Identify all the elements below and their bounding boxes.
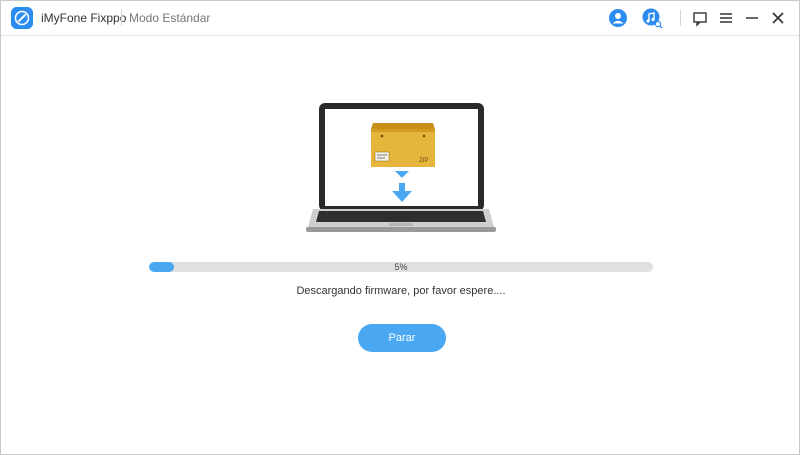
- mode-label: Modo Estándar: [129, 11, 211, 25]
- zip-label: ZIP: [419, 158, 428, 164]
- title-bar: iMyFone Fixppo Modo Estándar: [1, 1, 799, 36]
- toolbar-divider: [680, 10, 681, 26]
- app-name: iMyFone Fixppo: [41, 11, 127, 25]
- app-logo-icon: [11, 7, 33, 29]
- title-divider: [121, 10, 122, 26]
- menu-icon[interactable]: [715, 7, 737, 29]
- laptop-download-illustration: ZIP: [301, 101, 501, 241]
- close-icon[interactable]: [767, 7, 789, 29]
- account-icon[interactable]: [607, 7, 629, 29]
- stop-button[interactable]: Parar: [358, 324, 446, 352]
- progress-percent: 5%: [394, 262, 408, 272]
- minimize-icon[interactable]: [741, 7, 763, 29]
- feedback-icon[interactable]: [689, 7, 711, 29]
- status-message: Descargando firmware, por favor espere..…: [296, 285, 506, 297]
- music-search-icon[interactable]: [641, 7, 663, 29]
- app-window: iMyFone Fixppo Modo Estándar ZIP 5% Desc…: [0, 0, 800, 455]
